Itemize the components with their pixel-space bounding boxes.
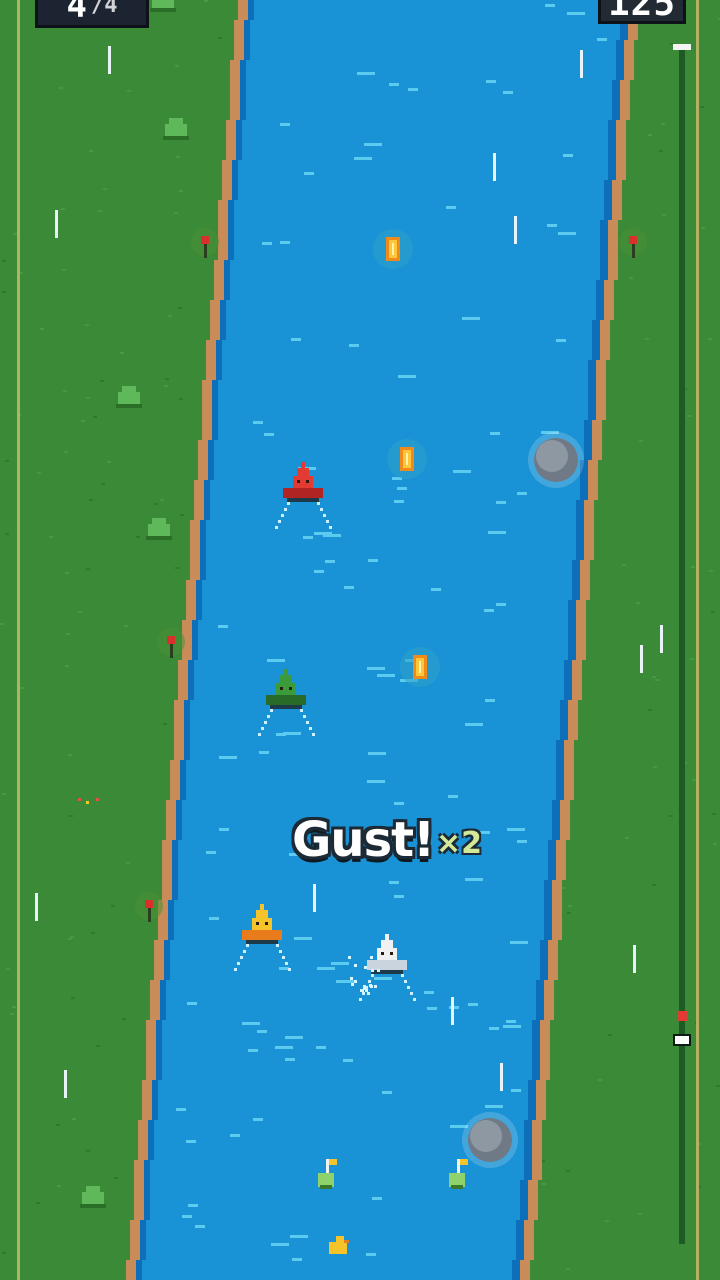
gust-callout: Gust! ×2 <box>292 812 482 868</box>
coin-icon <box>373 229 413 269</box>
coin-icon <box>400 647 440 687</box>
race-position-value: 4 <box>66 0 87 26</box>
score-display: 125 <box>598 0 686 24</box>
race-progress-track <box>679 44 685 1244</box>
left-frame-border <box>17 0 20 1280</box>
rock-icon <box>528 432 584 488</box>
race-position-total: /4 <box>90 0 118 18</box>
score-value: 125 <box>607 0 677 24</box>
race-progress-rival-marker <box>678 1011 688 1021</box>
bush-icon <box>150 0 176 12</box>
rock-icon <box>462 1112 518 1168</box>
race-progress-finish-line <box>673 44 691 50</box>
race-position-display: 4 /4 <box>35 0 149 28</box>
river-scene <box>0 0 720 1280</box>
coin-icon <box>387 439 427 479</box>
gust-callout-text: Gust! <box>292 812 435 868</box>
game-stage[interactable]: 4 /4 125 Gust! ×2 <box>0 0 720 1280</box>
gust-multiplier: ×2 <box>435 826 482 861</box>
right-frame-border <box>696 0 699 1280</box>
race-progress-player-marker <box>673 1034 691 1046</box>
